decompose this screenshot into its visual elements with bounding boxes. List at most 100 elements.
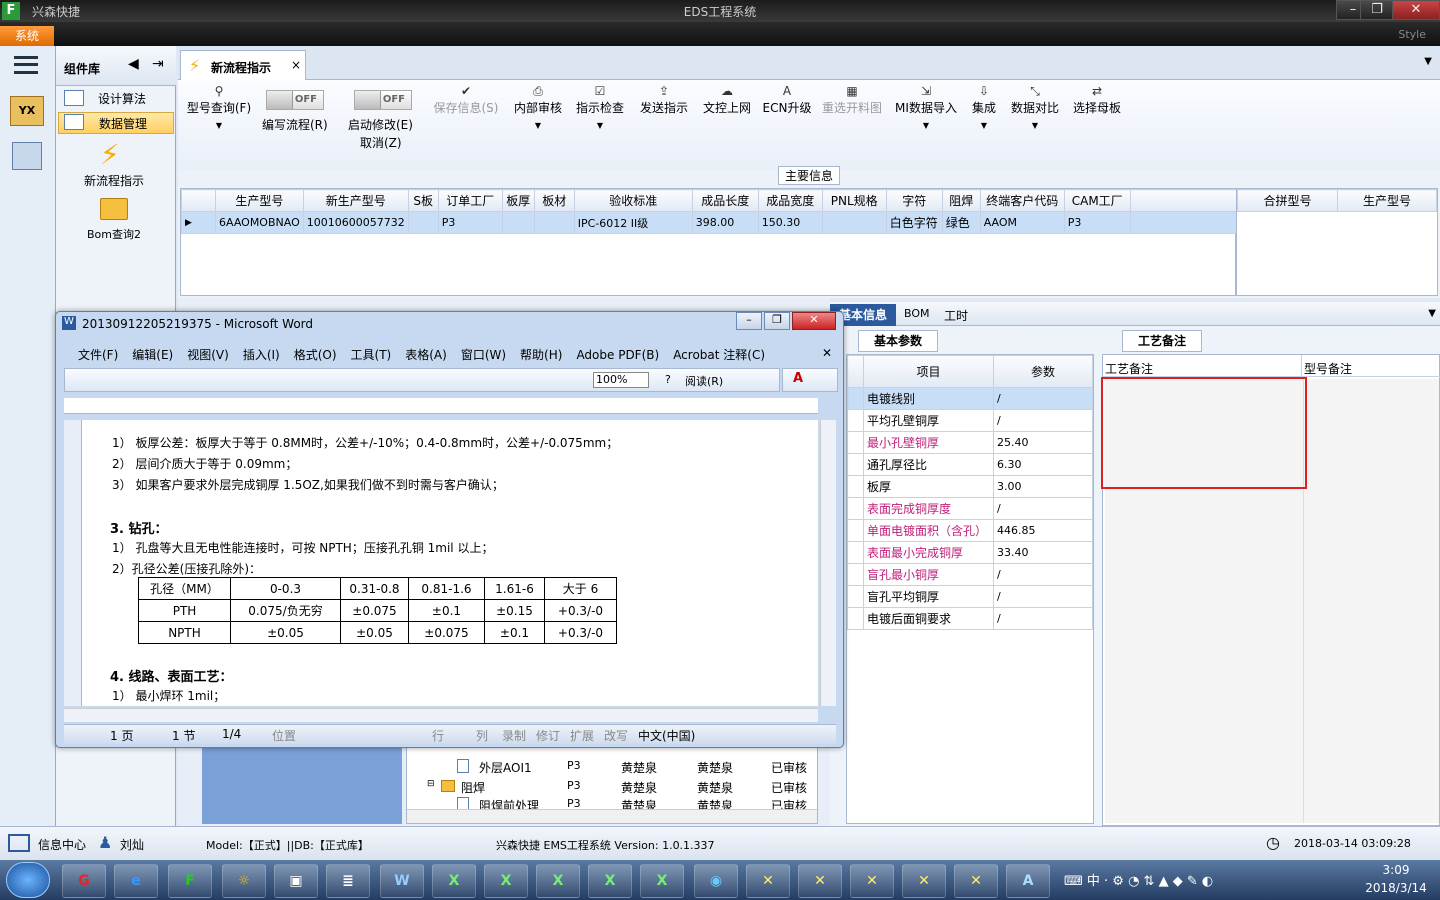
viewer-icon[interactable]: ◉ — [694, 864, 738, 898]
shell-icon[interactable]: ☼ — [222, 864, 266, 898]
param-value[interactable]: / — [993, 409, 1093, 432]
model-note-textarea[interactable] — [1303, 379, 1439, 823]
col-header[interactable]: 验收标准 — [573, 189, 693, 212]
word-minimize-button[interactable]: – — [736, 312, 762, 330]
start-button[interactable] — [6, 862, 50, 898]
col-header[interactable]: 成品宽度 — [757, 189, 823, 212]
cell[interactable] — [501, 211, 535, 234]
yx-module-icon[interactable]: YX — [10, 96, 44, 126]
cell[interactable]: 6AAOMOBNAO — [215, 211, 304, 234]
horizontal-scrollbar[interactable] — [407, 809, 817, 823]
collapse-left-icon[interactable]: ◀ — [128, 56, 139, 72]
text-editor-icon[interactable]: A — [1006, 864, 1050, 898]
pin-icon[interactable]: ⇥ — [152, 56, 164, 72]
col-header[interactable]: 阻焊 — [941, 189, 981, 212]
tool-bom-query[interactable]: Bom查询2 — [56, 226, 172, 242]
ie-icon[interactable]: e — [114, 864, 158, 898]
hamburger-icon[interactable] — [14, 56, 38, 74]
col-header[interactable]: 项目 — [863, 355, 994, 388]
param-value[interactable]: / — [993, 497, 1093, 520]
taskbar-app-icon[interactable]: G — [62, 864, 106, 898]
cam-window-icon[interactable]: ✕ — [954, 864, 998, 898]
dropdown-icon[interactable]: ▼ — [1428, 308, 1436, 319]
cell[interactable]: 398.00 — [691, 211, 759, 234]
cell[interactable]: IPC-6012 II级 — [573, 211, 693, 234]
tree-row[interactable]: 阻焊前处理 P3 黄楚泉 黄楚泉 已审核 — [417, 795, 817, 809]
col-header[interactable]: CAM工厂 — [1063, 189, 1131, 212]
word-menu-item[interactable]: 表格(A) — [405, 348, 447, 362]
param-value[interactable]: 6.30 — [993, 453, 1093, 476]
word-menu-item[interactable]: Adobe PDF(B) — [576, 348, 659, 362]
reselect-cutting-button[interactable]: ▦ 重选开料图 — [820, 84, 884, 116]
tree-row[interactable]: ⊟ 阻焊 P3 黄楚泉 黄楚泉 已审核 — [417, 777, 817, 797]
tab-new-flow[interactable]: ⚡ 新流程指示 × — [180, 50, 306, 80]
save-disk-icon[interactable]: ▣ — [274, 864, 318, 898]
excel-icon[interactable]: X — [640, 864, 684, 898]
word-restore-button[interactable]: ❐ — [764, 312, 790, 330]
param-value[interactable]: 25.40 — [993, 431, 1093, 454]
tab-dropdown-icon[interactable]: ▼ — [1424, 56, 1432, 67]
system-tray[interactable]: ⌨ 中 · ⚙ ◔ ⇅ ▲ ◆ ✎ ◐ — [1064, 870, 1344, 890]
modify-toggle[interactable]: OFF — [354, 90, 412, 110]
info-center-icon[interactable] — [8, 834, 30, 852]
word-ruler[interactable] — [64, 398, 818, 414]
word-menu-item[interactable]: 格式(O) — [294, 348, 337, 362]
param-value[interactable]: / — [993, 563, 1093, 586]
edit-flow-toggle[interactable]: OFF — [266, 90, 324, 110]
close-button[interactable]: ✕ — [1392, 0, 1440, 20]
query-button[interactable]: ⚲ 型号查询(F) ▼ — [184, 84, 254, 134]
doc-online-button[interactable]: ☁ 文控上网 — [700, 84, 754, 116]
font-color-icon[interactable]: A — [793, 371, 803, 386]
param-value[interactable]: 446.85 — [993, 519, 1093, 542]
col-header[interactable]: 合拼型号 — [1237, 189, 1338, 212]
col-header[interactable]: 生产型号 — [1337, 189, 1437, 212]
save-info-button[interactable]: ✔ 保存信息(S) — [430, 84, 502, 116]
clock-date[interactable]: 2018/3/14 — [1356, 881, 1436, 895]
ecn-upgrade-button[interactable]: A ECN升级 — [762, 84, 812, 116]
cell[interactable] — [533, 211, 575, 234]
vertical-ruler[interactable] — [64, 420, 82, 706]
excel-icon[interactable]: X — [536, 864, 580, 898]
col-header[interactable]: 字符 — [885, 189, 943, 212]
param-value[interactable]: / — [993, 387, 1093, 410]
zoom-select[interactable]: 100% — [593, 372, 649, 388]
cam-window-icon[interactable]: ✕ — [902, 864, 946, 898]
mi-import-button[interactable]: ⇲ MI数据导入 ▼ — [894, 84, 958, 134]
param-value[interactable]: 33.40 — [993, 541, 1093, 564]
cell[interactable]: 白色字符 — [885, 211, 943, 234]
cell[interactable] — [407, 211, 439, 234]
folder-icon[interactable] — [100, 198, 128, 220]
col-header[interactable]: 板材 — [533, 189, 575, 212]
system-menu[interactable]: 系统 — [0, 26, 54, 46]
vertical-scrollbar[interactable] — [820, 420, 836, 706]
cam-window-icon[interactable]: ✕ — [746, 864, 790, 898]
table-row[interactable]: ▶ 6AAOMOBNAO 10010600057732 P3 IPC-6012 … — [181, 211, 1238, 234]
word-taskbar-icon[interactable]: W — [380, 864, 424, 898]
eds-app-icon[interactable]: F — [168, 864, 212, 898]
cell[interactable] — [821, 211, 887, 234]
cam-window-icon[interactable]: ✕ — [850, 864, 894, 898]
check-instruction-button[interactable]: ☑ 指示检查 ▼ — [574, 84, 626, 134]
word-doc-close-icon[interactable]: ✕ — [822, 346, 832, 360]
maximize-button[interactable]: ❐ — [1360, 0, 1394, 20]
tab-worktime[interactable]: 工时 — [944, 307, 968, 324]
col-header[interactable]: S板 — [407, 189, 439, 212]
tree-row[interactable]: 外层AOI1 P3 黄楚泉 黄楚泉 已审核 — [417, 757, 817, 777]
help-icon[interactable]: ? — [665, 373, 671, 386]
send-instruction-button[interactable]: ⇪ 发送指示 — [636, 84, 692, 116]
lightning-icon[interactable]: ⚡ — [100, 138, 120, 171]
select-master-button[interactable]: ⇄ 选择母板 — [1070, 84, 1124, 116]
word-horizontal-scrollbar[interactable] — [64, 708, 818, 722]
internal-review-button[interactable]: ⎙ 内部审核 ▼ — [510, 84, 566, 134]
word-menu-item[interactable]: 文件(F) — [78, 348, 118, 362]
word-menu-item[interactable]: 插入(I) — [243, 348, 280, 362]
col-header[interactable]: 参数 — [993, 355, 1093, 388]
word-menu-item[interactable]: 工具(T) — [351, 348, 392, 362]
tool-new-flow[interactable]: 新流程指示 — [56, 172, 172, 189]
integrate-button[interactable]: ⇩ 集成 ▼ — [968, 84, 1000, 134]
tab-bom[interactable]: BOM — [904, 307, 930, 320]
clock-time[interactable]: 3:09 — [1356, 863, 1436, 877]
info-center-label[interactable]: 信息中心 — [38, 836, 86, 853]
word-menu-item[interactable]: 帮助(H) — [520, 348, 562, 362]
param-value[interactable]: 3.00 — [993, 475, 1093, 498]
